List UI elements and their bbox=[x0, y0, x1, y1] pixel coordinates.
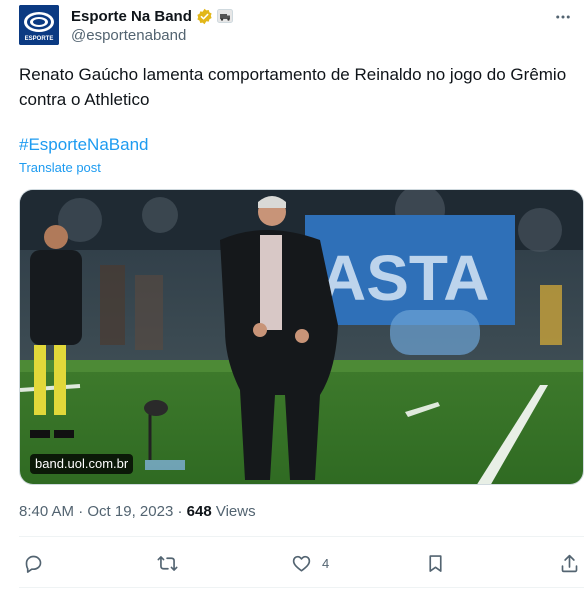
share-button[interactable] bbox=[559, 551, 580, 575]
hashtag-link[interactable]: #EsporteNaBand bbox=[19, 134, 148, 156]
meta-separator: · bbox=[74, 503, 88, 520]
more-options-button[interactable] bbox=[551, 5, 575, 29]
post-date[interactable]: Oct 19, 2023 bbox=[87, 503, 173, 520]
post-header: ESPORTE Esporte Na Band @esportenaband bbox=[19, 5, 579, 47]
like-count: 4 bbox=[322, 555, 330, 571]
reply-button[interactable] bbox=[23, 551, 44, 575]
views-count: 648 bbox=[186, 503, 212, 520]
repost-icon bbox=[157, 555, 178, 571]
bookmark-button[interactable] bbox=[425, 551, 446, 575]
reply-icon bbox=[25, 555, 42, 573]
like-button[interactable]: 4 bbox=[291, 551, 329, 575]
photo-coach-walking-icon: ASTA bbox=[20, 190, 583, 484]
translate-post-link[interactable]: Translate post bbox=[19, 160, 101, 176]
post-time[interactable]: 8:40 AM bbox=[19, 503, 74, 520]
avatar-text: ESPORTE bbox=[25, 36, 54, 42]
handle[interactable]: @esportenaband bbox=[71, 27, 186, 44]
heart-icon bbox=[292, 555, 311, 572]
media-card[interactable]: ASTA band.uol.com.br bbox=[19, 189, 584, 485]
display-name[interactable]: Esporte Na Band bbox=[71, 8, 192, 25]
band-logo-icon: ESPORTE bbox=[19, 5, 59, 45]
verified-badge-icon[interactable] bbox=[196, 8, 213, 25]
avatar[interactable]: ESPORTE bbox=[19, 5, 59, 45]
name-row: Esporte Na Band bbox=[71, 7, 233, 25]
post-meta: 8:40 AM · Oct 19, 2023 · 648 Views bbox=[19, 502, 256, 522]
more-icon bbox=[556, 15, 570, 19]
meta-separator: · bbox=[173, 503, 187, 520]
views-label: Views bbox=[211, 503, 256, 520]
affiliate-badge-icon[interactable] bbox=[216, 9, 233, 23]
post-text: Renato Gaúcho lamenta comportamento de R… bbox=[19, 65, 567, 109]
divider bbox=[19, 587, 584, 588]
repost-button[interactable] bbox=[157, 551, 178, 575]
share-icon bbox=[561, 554, 578, 572]
divider bbox=[19, 536, 584, 537]
svg-text:ASTA: ASTA bbox=[320, 242, 489, 314]
bookmark-icon bbox=[429, 554, 442, 572]
action-bar: 4 bbox=[19, 547, 584, 579]
link-domain-badge: band.uol.com.br bbox=[30, 454, 134, 474]
